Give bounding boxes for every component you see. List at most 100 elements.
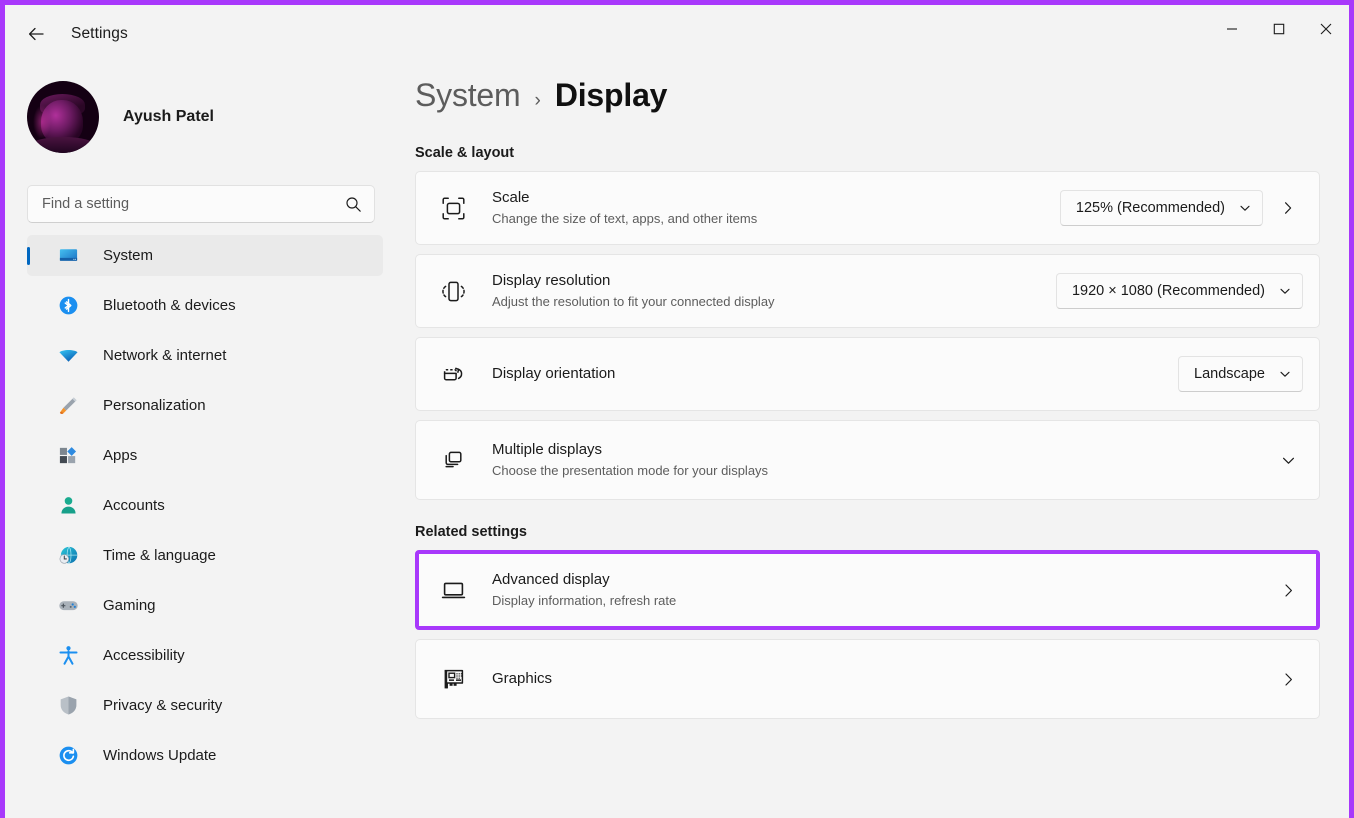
bluetooth-icon	[57, 295, 79, 317]
sidebar-item-label: Network & internet	[103, 347, 227, 364]
update-icon	[57, 745, 79, 767]
sidebar-item-accounts[interactable]: Accounts	[27, 485, 383, 526]
row-display-resolution[interactable]: Display resolution Adjust the resolution…	[415, 254, 1320, 328]
sidebar-item-gaming[interactable]: Gaming	[27, 585, 383, 626]
sidebar: Ayush Patel Find a setting System Blueto…	[5, 63, 397, 818]
accessibility-icon	[57, 645, 79, 667]
clock-globe-icon	[57, 545, 79, 567]
row-title: Scale	[492, 189, 530, 207]
minimize-icon	[1226, 28, 1237, 30]
row-title: Multiple displays	[492, 441, 603, 459]
row-title: Display resolution	[492, 272, 611, 290]
sidebar-item-label: Time & language	[103, 547, 216, 564]
row-text: Scale Change the size of text, apps, and…	[492, 188, 1060, 227]
gamepad-icon	[57, 595, 79, 617]
display-orientation-dropdown[interactable]: Landscape	[1178, 356, 1303, 392]
sidebar-item-label: Windows Update	[103, 747, 217, 764]
sidebar-item-accessibility[interactable]: Accessibility	[27, 635, 383, 676]
breadcrumb-parent[interactable]: System	[415, 77, 521, 114]
section-title-scale-layout: Scale & layout	[415, 145, 515, 161]
sidebar-item-network-internet[interactable]: Network & internet	[27, 335, 383, 376]
sidebar-item-system[interactable]: System	[27, 235, 383, 276]
close-icon	[1320, 23, 1331, 35]
back-button[interactable]	[17, 17, 55, 51]
chevron-right-icon[interactable]	[1273, 583, 1303, 598]
page-title: Display	[554, 77, 668, 113]
display-orientation-dropdown-value: Landscape	[1194, 366, 1265, 382]
apps-icon	[57, 445, 79, 467]
app-title: Settings	[71, 25, 128, 42]
back-arrow-icon	[28, 27, 44, 41]
sidebar-item-bluetooth-devices[interactable]: Bluetooth & devices	[27, 285, 383, 326]
sidebar-item-label: Privacy & security	[103, 697, 223, 714]
minimize-button[interactable]	[1208, 5, 1255, 53]
row-text: Multiple displays Choose the presentatio…	[492, 440, 1263, 479]
sidebar-item-personalization[interactable]: Personalization	[27, 385, 383, 426]
display-resolution-dropdown[interactable]: 1920 × 1080 (Recommended)	[1055, 273, 1303, 309]
paintbrush-icon	[57, 395, 79, 417]
chevron-down-icon	[1279, 368, 1291, 380]
row-subtitle: Adjust the resolution to fit your connec…	[492, 293, 775, 309]
sidebar-item-label: System	[103, 247, 154, 264]
sidebar-item-label: Accounts	[103, 497, 165, 514]
maximize-icon	[1273, 23, 1284, 35]
sidebar-item-windows-update[interactable]: Windows Update	[27, 735, 383, 776]
close-button[interactable]	[1302, 5, 1349, 53]
shield-icon	[57, 695, 79, 717]
sidebar-nav: System Bluetooth & devices Network & int…	[5, 235, 397, 776]
sidebar-item-label: Accessibility	[103, 647, 185, 664]
sidebar-item-apps[interactable]: Apps	[27, 435, 383, 476]
row-text: Display orientation	[492, 364, 1178, 384]
account-name: Ayush Patel	[123, 108, 214, 125]
row-text: Advanced display Display information, re…	[492, 570, 1263, 609]
laptop-display-icon	[436, 573, 470, 607]
display-resolution-dropdown-value: 1920 × 1080 (Recommended)	[1071, 283, 1265, 299]
search-input[interactable]	[42, 196, 345, 212]
scale-dropdown[interactable]: 125% (Recommended)	[1059, 190, 1263, 226]
scale-icon	[436, 191, 470, 225]
row-advanced-display[interactable]: Advanced display Display information, re…	[415, 550, 1320, 630]
expand-chevron-down-icon[interactable]	[1273, 453, 1303, 468]
row-title: Advanced display	[492, 571, 610, 589]
settings-window: Settings Ayush Patel Find a setting Syst…	[0, 0, 1354, 818]
row-multiple-displays[interactable]: Multiple displays Choose the presentatio…	[415, 420, 1320, 500]
row-title: Graphics	[492, 670, 553, 688]
wifi-icon	[57, 345, 79, 367]
breadcrumb-separator-icon: ›	[534, 90, 541, 111]
avatar	[27, 81, 99, 153]
orientation-icon	[436, 357, 470, 391]
sidebar-item-privacy-security[interactable]: Privacy & security	[27, 685, 383, 726]
sidebar-item-label: Personalization	[103, 397, 206, 414]
sidebar-item-time-language[interactable]: Time & language	[27, 535, 383, 576]
monitor-icon	[57, 245, 79, 267]
search-icon[interactable]	[345, 196, 362, 213]
row-display-orientation[interactable]: Display orientation Landscape	[415, 337, 1320, 411]
row-title: Display orientation	[492, 365, 616, 383]
row-scale[interactable]: Scale Change the size of text, apps, and…	[415, 171, 1320, 245]
person-icon	[57, 495, 79, 517]
row-subtitle: Display information, refresh rate	[492, 592, 677, 608]
row-text: Graphics	[492, 669, 1263, 689]
sidebar-item-label: Apps	[103, 447, 138, 464]
maximize-button[interactable]	[1255, 5, 1302, 53]
sidebar-item-label: Bluetooth & devices	[103, 297, 236, 314]
row-subtitle: Choose the presentation mode for your di…	[492, 462, 769, 478]
graphics-card-icon	[436, 662, 470, 696]
breadcrumb: System › Display	[415, 63, 1320, 141]
row-text: Display resolution Adjust the resolution…	[492, 271, 1056, 310]
window-controls	[1208, 5, 1349, 63]
chevron-right-icon[interactable]	[1273, 672, 1303, 687]
search-box[interactable]	[27, 185, 375, 223]
resolution-icon	[436, 274, 470, 308]
sidebar-item-label: Gaming	[103, 597, 156, 614]
section-title-related-settings: Related settings	[415, 524, 527, 540]
scale-dropdown-value: 125% (Recommended)	[1075, 200, 1225, 216]
multiple-displays-icon	[436, 443, 470, 477]
account-block[interactable]: Ayush Patel	[5, 63, 397, 163]
row-graphics[interactable]: Graphics	[415, 639, 1320, 719]
chevron-right-icon[interactable]	[1273, 201, 1303, 215]
chevron-down-icon	[1279, 285, 1291, 297]
chevron-down-icon	[1239, 202, 1251, 214]
title-bar: Settings	[5, 5, 1349, 63]
main-content: System › Display Scale & layout Scale Ch…	[397, 63, 1349, 818]
